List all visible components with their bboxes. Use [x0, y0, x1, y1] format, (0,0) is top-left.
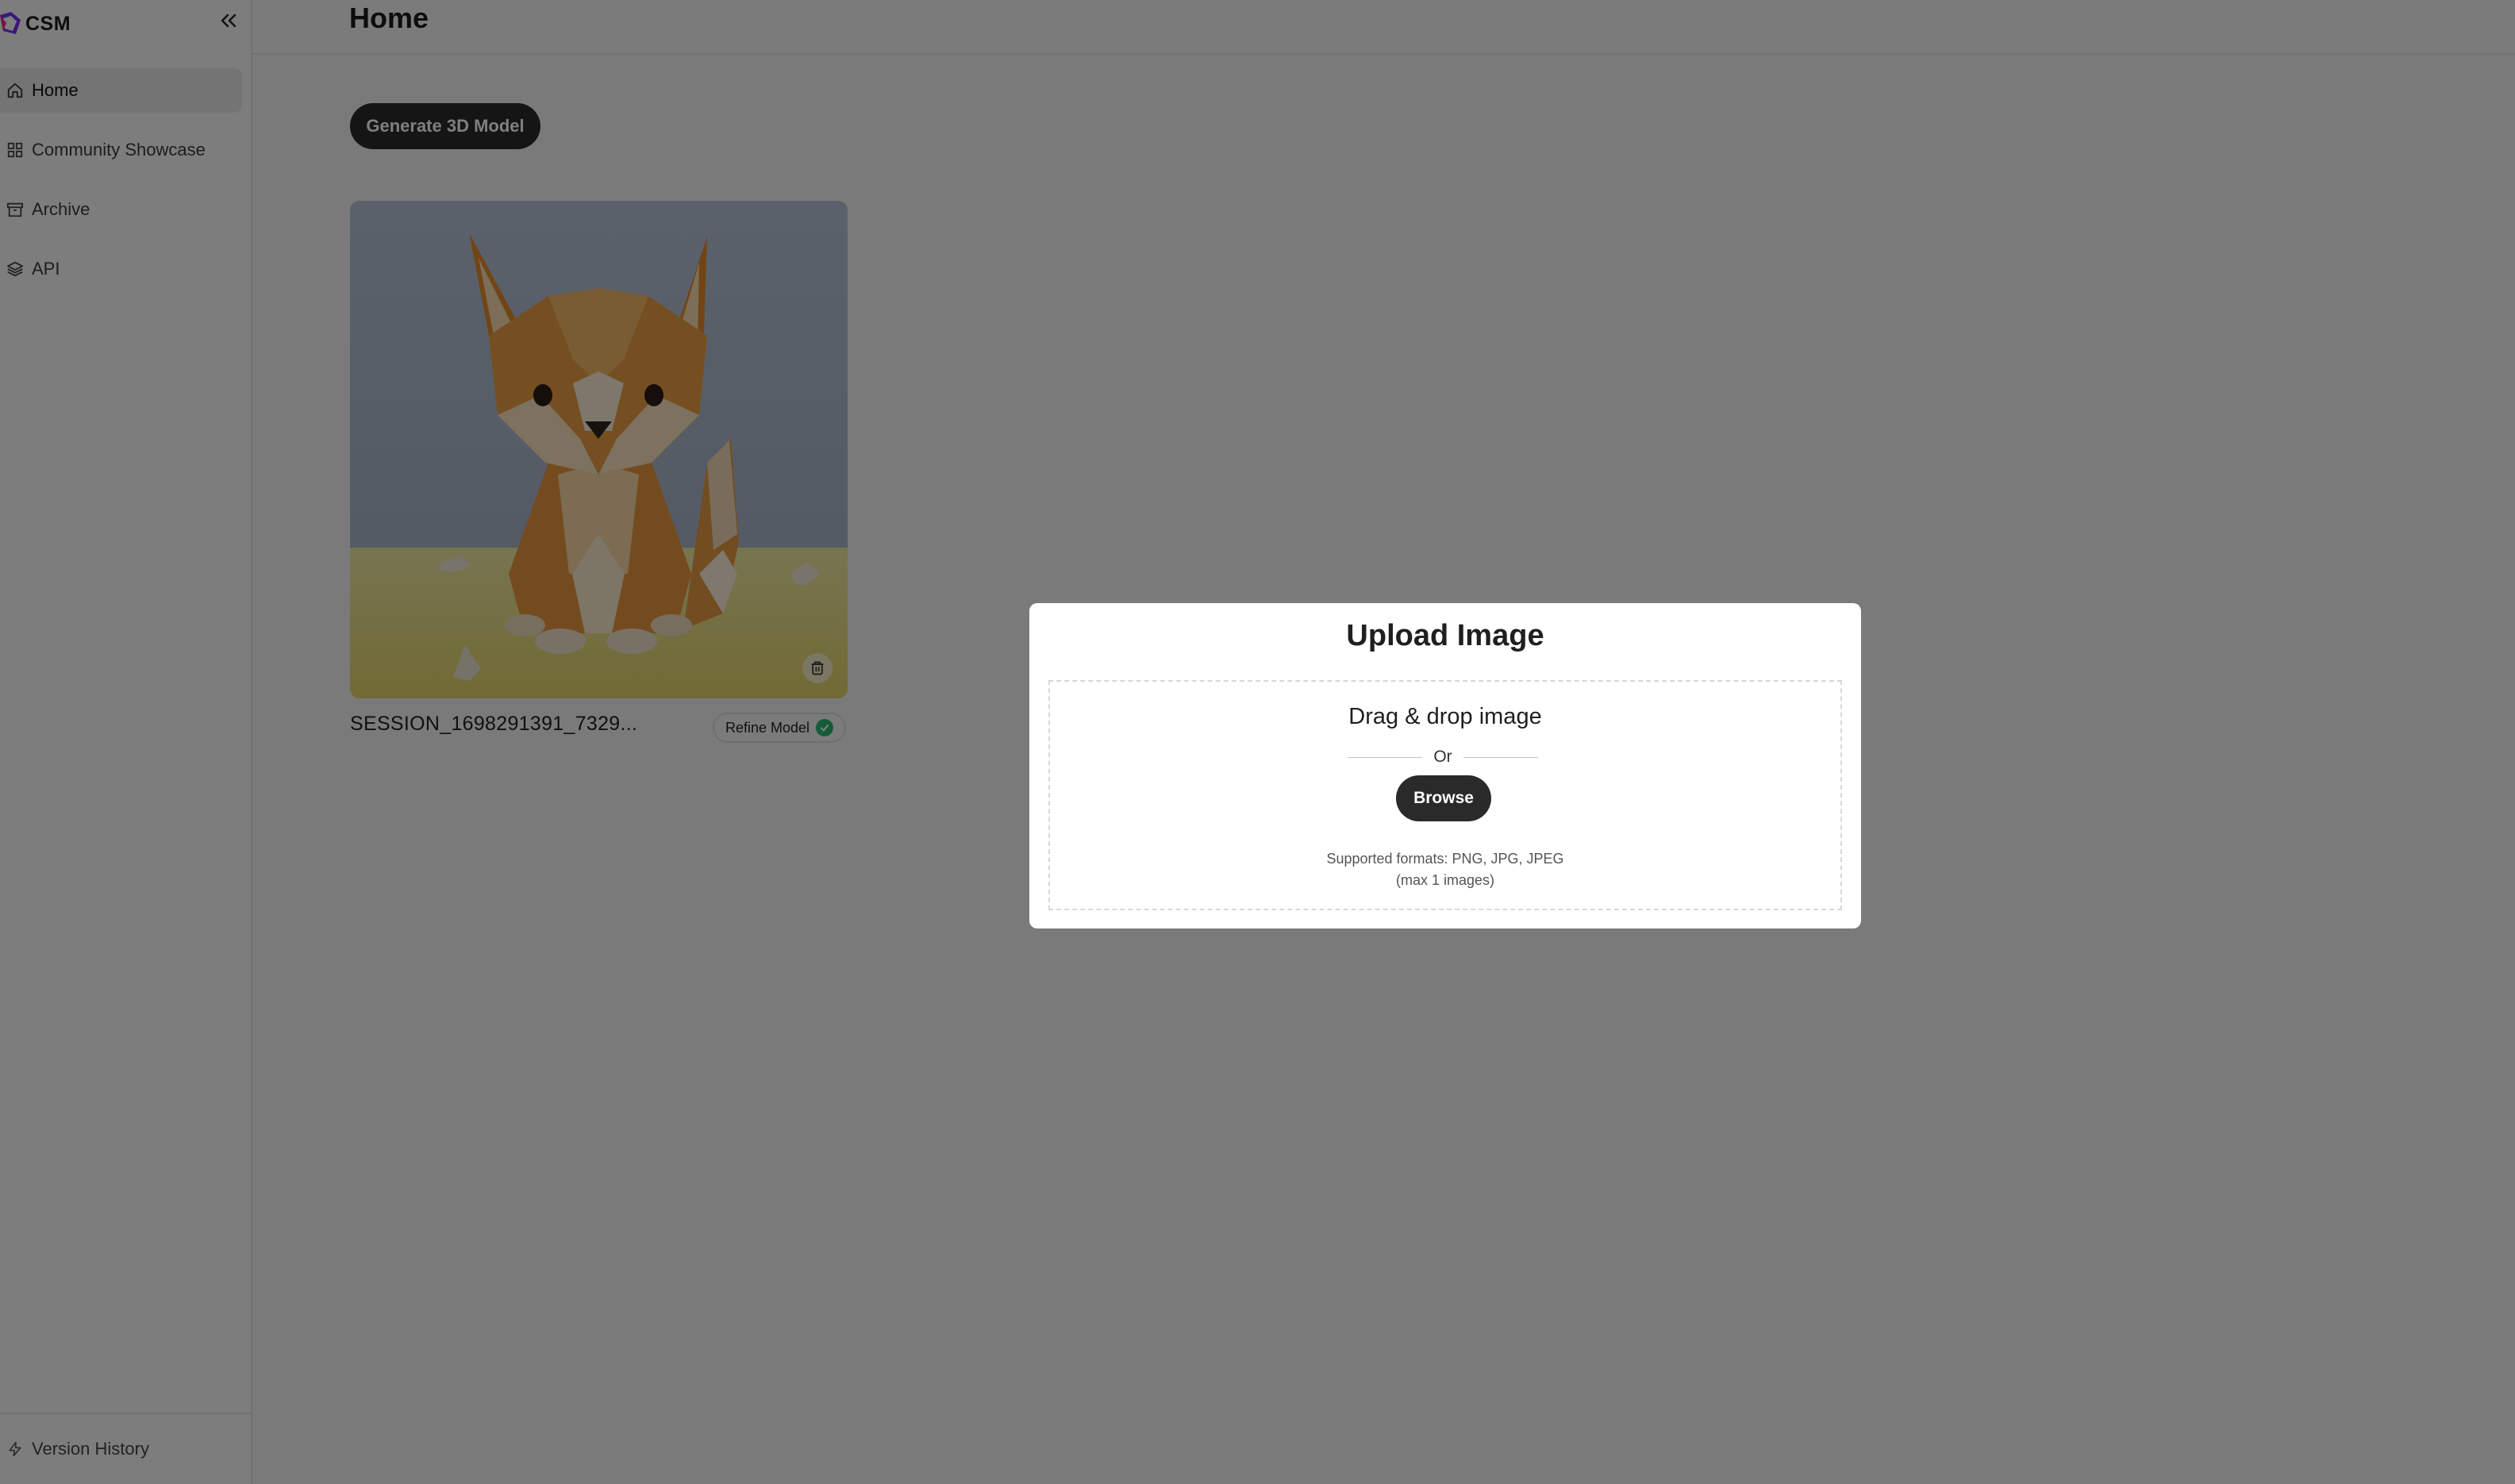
or-divider: Or [1348, 745, 1539, 769]
image-dropzone[interactable]: Drag & drop image Or Browse Supported fo… [1048, 680, 1842, 910]
max-images-text: (max 1 images) [1395, 872, 1495, 888]
upload-image-modal: Upload Image Drag & drop image Or Browse… [1029, 603, 1861, 928]
divider-line [1463, 756, 1539, 758]
divider-line [1348, 756, 1423, 758]
supported-formats-text: Supported formats: PNG, JPG, JPEG [1326, 851, 1564, 867]
or-text: Or [1433, 748, 1452, 766]
modal-title: Upload Image [1346, 619, 1544, 652]
dropzone-title: Drag & drop image [1348, 704, 1542, 729]
browse-button[interactable]: Browse [1396, 775, 1491, 821]
formats-note: Supported formats: PNG, JPG, JPEG (max 1… [1050, 848, 1840, 891]
